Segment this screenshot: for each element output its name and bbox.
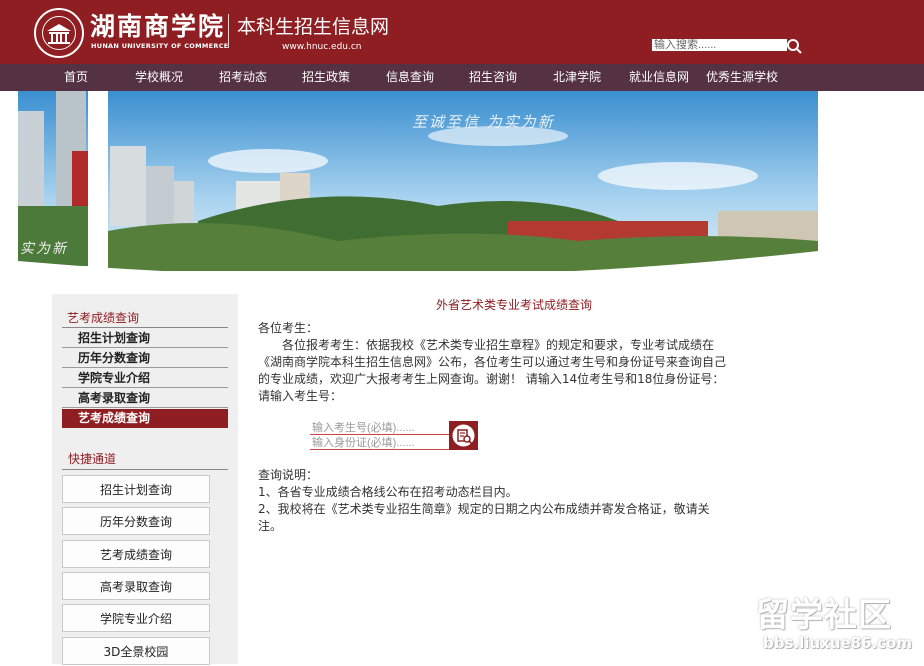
query-search-icon xyxy=(452,424,475,447)
notes-title: 查询说明： xyxy=(258,468,319,482)
intro-line-3: 的专业成绩，欢迎广大报考考生上网查询。谢谢！ 请输入14位考生号和18位身份证号… xyxy=(258,372,725,386)
logo-chinese: 湖南商学院 xyxy=(90,12,226,41)
intro-line-2: 《湖南商学院本科生招生信息网》公布，各位考生可以通过考生号和身份证号来查询自己 xyxy=(258,355,727,369)
greeting: 各位考生： xyxy=(258,321,319,335)
quick-links-title: 快捷通道 xyxy=(68,452,117,466)
sidebar-item-admission-result[interactable]: 高考录取查询 xyxy=(62,389,228,408)
watermark-text: 留学社区 xyxy=(756,595,892,634)
quick-links-divider xyxy=(62,469,228,470)
main-nav: 首页 学校概况 招考动态 招生政策 信息查询 招生咨询 北津学院 就业信息网 优… xyxy=(0,64,924,91)
header: 湖南商学院 HUNAN UNIVERSITY OF COMMERCE 本科生招生… xyxy=(0,0,924,64)
query-intro: 各位考生： 各位报考考生：依据我校《艺术类专业招生章程》的规定和要求，专业考试成… xyxy=(258,320,788,405)
query-button[interactable] xyxy=(449,421,478,450)
quick-link-art-scores[interactable]: 艺考成绩查询 xyxy=(62,540,210,568)
search-icon[interactable] xyxy=(786,38,802,54)
sidebar-item-admission-plan[interactable]: 招生计划查询 xyxy=(62,329,228,348)
intro-line-1: 各位报考考生：依据我校《艺术类专业招生章程》的规定和要求，专业考试成绩在 xyxy=(282,338,715,352)
id-number-input[interactable] xyxy=(310,436,452,450)
note-2-line-2: 注。 xyxy=(258,519,283,533)
nav-top-schools[interactable]: 优秀生源学校 xyxy=(706,64,778,91)
quick-link-3d-campus[interactable]: 3D全景校园 xyxy=(62,637,210,665)
header-divider xyxy=(228,14,229,48)
banner-slogan-partial: 实为新 xyxy=(20,241,68,257)
nav-admission-consult[interactable]: 招生咨询 xyxy=(469,64,517,91)
sidebar-item-majors[interactable]: 学院专业介绍 xyxy=(62,369,228,388)
nav-info-query[interactable]: 信息查询 xyxy=(386,64,434,91)
nav-school-overview[interactable]: 学校概况 xyxy=(135,64,183,91)
nav-admission-policy[interactable]: 招生政策 xyxy=(302,64,350,91)
banner-slogan: 至诚至信 为实为新 xyxy=(412,113,555,131)
watermark-url: bbs.liuxue86.com xyxy=(763,634,912,652)
quick-link-admission-result[interactable]: 高考录取查询 xyxy=(62,572,210,600)
sidebar-title-divider xyxy=(62,327,228,328)
site-title: 本科生招生信息网 xyxy=(237,16,390,38)
page-title: 外省艺术类专业考试成绩查询 xyxy=(436,298,593,312)
nav-employment[interactable]: 就业信息网 xyxy=(629,64,689,91)
nav-home[interactable]: 首页 xyxy=(64,64,88,91)
nav-beijin-college[interactable]: 北津学院 xyxy=(553,64,601,91)
exam-no-prompt: 请输入考生号： xyxy=(258,389,343,403)
sidebar-title: 艺考成绩查询 xyxy=(67,311,140,325)
logo-english: HUNAN UNIVERSITY OF COMMERCE xyxy=(91,42,229,50)
quick-link-majors[interactable]: 学院专业介绍 xyxy=(62,604,210,632)
university-seal-logo xyxy=(34,8,84,58)
query-notes: 查询说明： 1、各省专业成绩合格线公布在招考动态栏目内。 2、我校将在《艺术类专… xyxy=(258,467,778,535)
sidebar-item-past-scores[interactable]: 历年分数查询 xyxy=(62,349,228,368)
note-1: 1、各省专业成绩合格线公布在招考动态栏目内。 xyxy=(258,485,518,499)
search-input[interactable] xyxy=(652,39,787,51)
exam-number-input[interactable] xyxy=(310,421,452,435)
note-2-line-1: 2、我校将在《艺术类专业招生简章》规定的日期之内公布成绩并寄发合格证，敬请关 xyxy=(258,502,710,516)
quick-link-past-scores[interactable]: 历年分数查询 xyxy=(62,507,210,535)
site-url: www.hnuc.edu.cn xyxy=(282,42,362,52)
quick-link-admission-plan[interactable]: 招生计划查询 xyxy=(62,475,210,503)
nav-admission-news[interactable]: 招考动态 xyxy=(219,64,267,91)
sidebar-item-art-scores[interactable]: 艺考成绩查询 xyxy=(62,409,228,428)
